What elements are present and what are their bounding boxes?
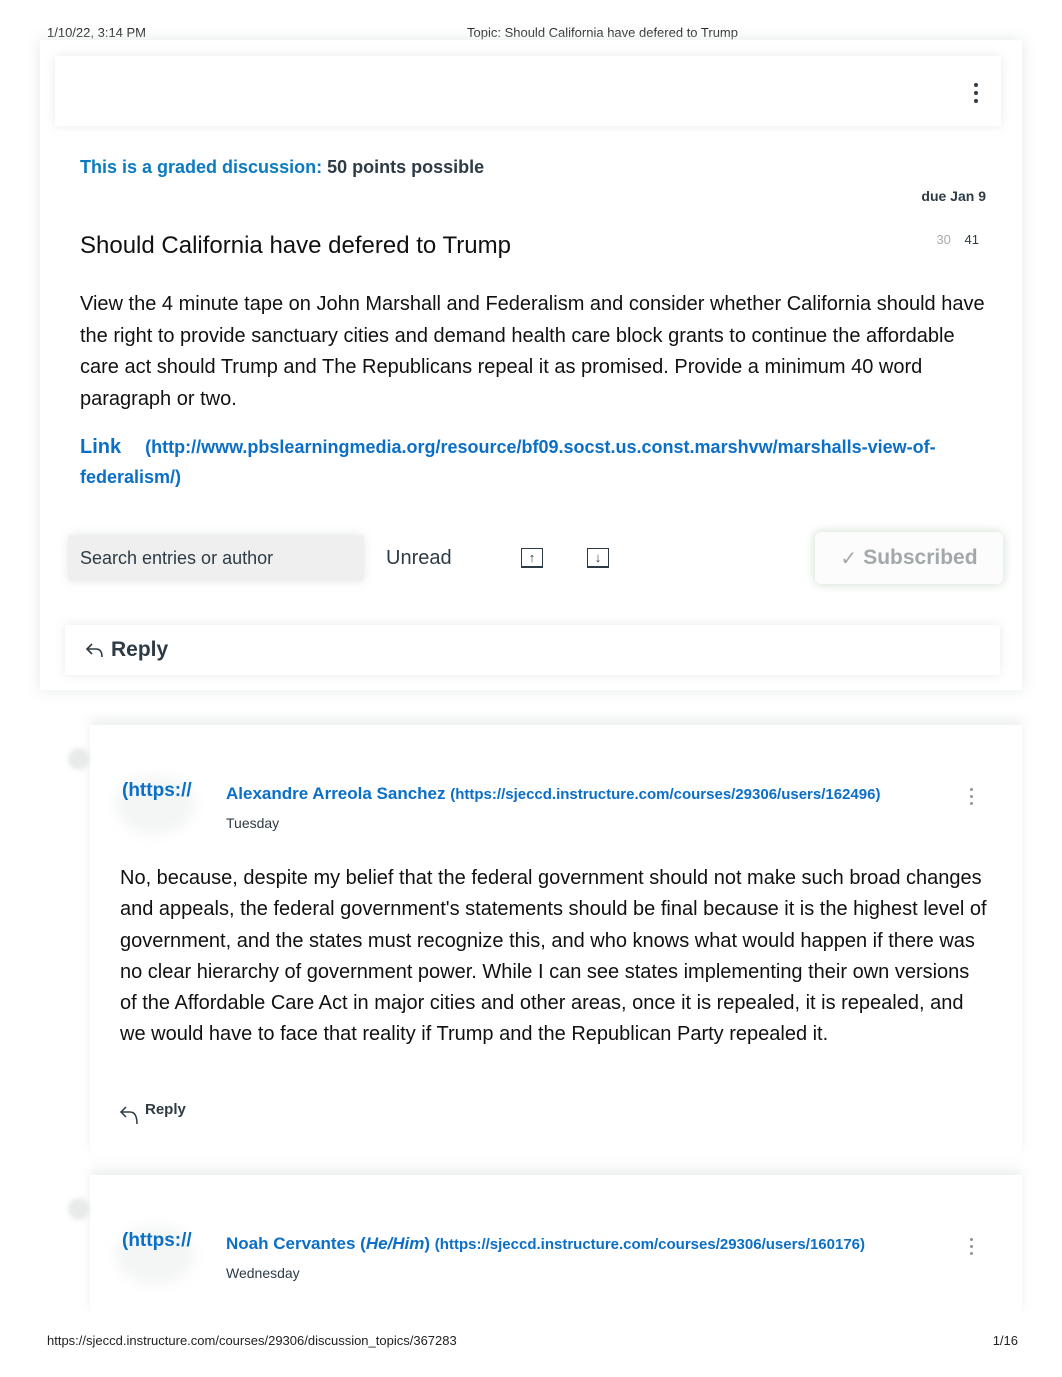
topic-link[interactable]: Link (http://www.pbslearningmedia.org/res… (80, 432, 990, 492)
author-line: Noah Cervantes (He/Him) (https://sjeccd.… (226, 1234, 865, 1253)
entry-date: Tuesday (226, 815, 280, 831)
total-count: 41 (964, 232, 979, 247)
sort-descending-arrow-down-icon[interactable]: ↓ (587, 548, 609, 568)
unread-filter-button[interactable]: Unread (386, 547, 452, 570)
reply-box (65, 625, 1000, 675)
avatar-link[interactable]: (https:// (122, 780, 192, 802)
discussion-toolbar: Search entries or author Unread ↑ ↓ ✓ Su… (50, 525, 1010, 595)
graded-label: This is a graded discussion: (80, 157, 323, 177)
author-url[interactable]: (https://sjeccd.instructure.com/courses/… (435, 1236, 865, 1253)
print-datetime: 1/10/22, 3:14 PM (47, 25, 147, 40)
link-label[interactable]: Link (80, 436, 121, 458)
reply-arrow-icon (119, 1106, 138, 1125)
page-number: 1/16 (992, 1333, 1018, 1348)
reply-arrow-icon (85, 643, 103, 658)
entry-options-kebab-icon[interactable] (967, 788, 975, 805)
entry-reply-label: Reply (145, 1101, 186, 1118)
subscribed-label: Subscribed (863, 546, 978, 569)
points-possible: 50 points possible (327, 157, 485, 177)
author-url[interactable]: (https://sjeccd.instructure.com/courses/… (450, 786, 880, 803)
checkmark-icon: ✓ (840, 547, 858, 570)
reply-label: Reply (111, 638, 169, 661)
reply-button[interactable]: Reply (84, 638, 168, 662)
unread-count: 30 (936, 232, 951, 247)
topic-top-bar (55, 56, 1001, 126)
unread-indicator-icon (68, 1198, 90, 1220)
entry-reply-button[interactable]: Reply (119, 1101, 186, 1125)
graded-discussion-banner: This is a graded discussion: 50 points p… (80, 157, 484, 178)
search-input[interactable]: Search entries or author (68, 535, 364, 581)
print-url: https://sjeccd.instructure.com/courses/2… (47, 1333, 457, 1348)
unread-indicator-icon (68, 748, 90, 770)
topic-options-kebab-icon[interactable] (972, 83, 980, 103)
entry-options-kebab-icon[interactable] (967, 1238, 975, 1255)
author-pronouns: He/Him (365, 1234, 425, 1253)
print-header: 1/10/22, 3:14 PM Topic: Should Californi… (47, 25, 1018, 41)
avatar-link[interactable]: (https:// (122, 1230, 192, 1252)
topic-body: View the 4 minute tape on John Marshall … (80, 293, 985, 410)
topic-title: Should California have defered to Trump (80, 232, 511, 259)
author-name[interactable]: Noah Cervantes (226, 1234, 355, 1253)
entry-date: Wednesday (226, 1265, 300, 1281)
print-page-title: Topic: Should California have defered to… (467, 25, 738, 40)
subscribed-button[interactable]: ✓ Subscribed (815, 532, 1003, 584)
entry-body: No, because, despite my belief that the … (120, 867, 987, 1046)
link-url[interactable]: (http://www.pbslearningmedia.org/resourc… (80, 437, 936, 487)
author-line: Alexandre Arreola Sanchez (https://sjecc… (226, 784, 880, 804)
author-name[interactable]: Alexandre Arreola Sanchez (226, 784, 446, 803)
sort-ascending-arrow-up-icon[interactable]: ↑ (521, 548, 543, 568)
reply-counts: 30 41 (936, 232, 979, 247)
due-date: due Jan 9 (921, 188, 986, 204)
